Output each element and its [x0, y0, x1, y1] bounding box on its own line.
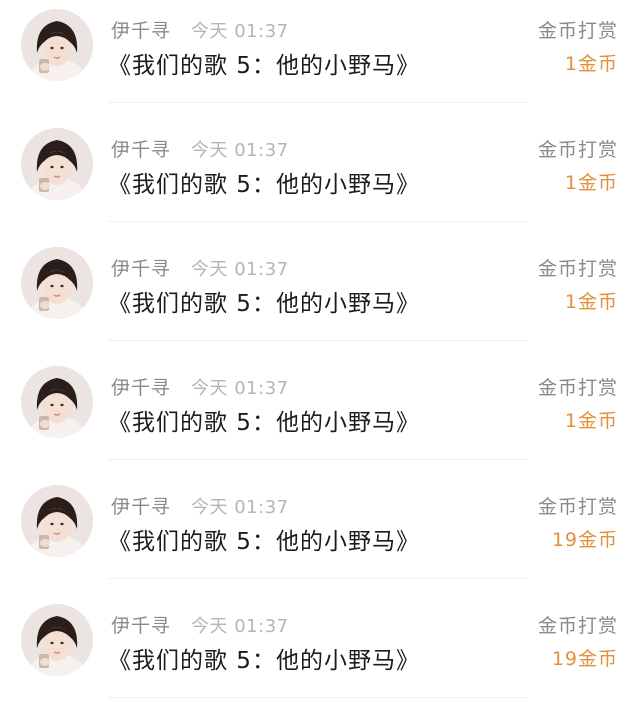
- timestamp: 今天 01:37: [191, 21, 289, 42]
- user-name[interactable]: 伊千寻: [111, 611, 171, 638]
- song-title[interactable]: 《我们的歌 5：他的小野马》: [108, 403, 420, 437]
- avatar[interactable]: [21, 247, 93, 319]
- avatar[interactable]: [21, 128, 93, 200]
- user-name[interactable]: 伊千寻: [111, 373, 171, 400]
- avatar-photo-icon: [21, 128, 93, 200]
- divider: [108, 102, 528, 103]
- song-title[interactable]: 《我们的歌 5：他的小野马》: [108, 522, 420, 556]
- divider: [108, 697, 528, 698]
- reward-list-item[interactable]: 伊千寻 今天 01:37 《我们的歌 5：他的小野马》 金币打赏 1金币: [0, 0, 640, 119]
- timestamp: 今天 01:37: [191, 616, 289, 637]
- avatar[interactable]: [21, 604, 93, 676]
- avatar-photo-icon: [21, 366, 93, 438]
- divider: [108, 221, 528, 222]
- reward-list-item[interactable]: 伊千寻 今天 01:37 《我们的歌 5：他的小野马》 金币打赏 19金币: [0, 476, 640, 595]
- reward-type-label: 金币打赏: [537, 20, 618, 42]
- timestamp: 今天 01:37: [191, 140, 289, 161]
- reward-amount: 1金币: [564, 53, 618, 75]
- song-title[interactable]: 《我们的歌 5：他的小野马》: [108, 46, 420, 80]
- reward-type-label: 金币打赏: [537, 258, 618, 280]
- avatar[interactable]: [21, 366, 93, 438]
- timestamp: 今天 01:37: [191, 259, 289, 280]
- timestamp: 今天 01:37: [191, 497, 289, 518]
- user-name[interactable]: 伊千寻: [111, 135, 171, 162]
- reward-type-label: 金币打赏: [537, 377, 618, 399]
- reward-type-label: 金币打赏: [537, 615, 618, 637]
- reward-list-item[interactable]: 伊千寻 今天 01:37 《我们的歌 5：他的小野马》 金币打赏 1金币: [0, 119, 640, 238]
- avatar-photo-icon: [21, 604, 93, 676]
- divider: [108, 340, 528, 341]
- user-name[interactable]: 伊千寻: [111, 16, 171, 43]
- reward-amount: 1金币: [564, 410, 618, 432]
- avatar-photo-icon: [21, 485, 93, 557]
- reward-list-item[interactable]: 伊千寻 今天 01:37 《我们的歌 5：他的小野马》 金币打赏 1金币: [0, 238, 640, 357]
- reward-list-item[interactable]: 伊千寻 今天 01:37 《我们的歌 5：他的小野马》 金币打赏 1金币: [0, 357, 640, 476]
- reward-list-item[interactable]: 伊千寻 今天 01:37 《我们的歌 5：他的小野马》 金币打赏 19金币: [0, 595, 640, 714]
- user-name[interactable]: 伊千寻: [111, 254, 171, 281]
- reward-type-label: 金币打赏: [537, 496, 618, 518]
- song-title[interactable]: 《我们的歌 5：他的小野马》: [108, 641, 420, 675]
- divider: [108, 459, 528, 460]
- reward-amount: 1金币: [564, 291, 618, 313]
- avatar[interactable]: [21, 485, 93, 557]
- timestamp: 今天 01:37: [191, 378, 289, 399]
- avatar-photo-icon: [21, 247, 93, 319]
- user-name[interactable]: 伊千寻: [111, 492, 171, 519]
- reward-amount: 19金币: [551, 529, 618, 551]
- reward-amount: 1金币: [564, 172, 618, 194]
- avatar-photo-icon: [21, 9, 93, 81]
- song-title[interactable]: 《我们的歌 5：他的小野马》: [108, 165, 420, 199]
- divider: [108, 578, 528, 579]
- reward-list: 伊千寻 今天 01:37 《我们的歌 5：他的小野马》 金币打赏 1金币 伊千寻…: [0, 0, 640, 711]
- reward-type-label: 金币打赏: [537, 139, 618, 161]
- avatar[interactable]: [21, 9, 93, 81]
- song-title[interactable]: 《我们的歌 5：他的小野马》: [108, 284, 420, 318]
- reward-amount: 19金币: [551, 648, 618, 670]
